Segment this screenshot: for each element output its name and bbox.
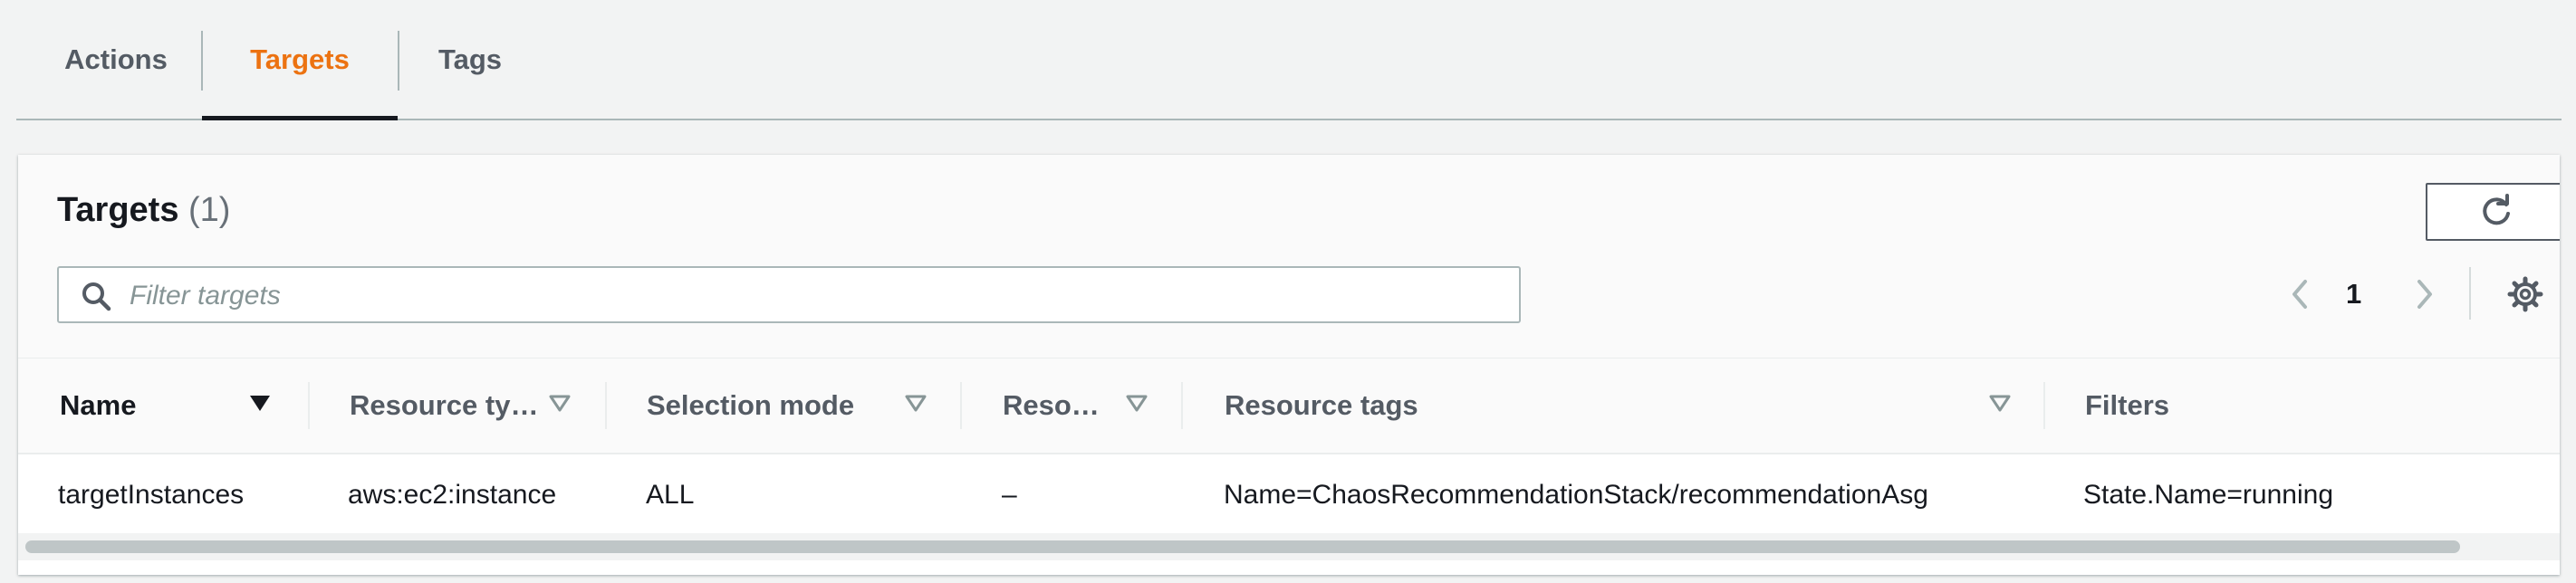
cell-filters: State.Name=running <box>2083 480 2334 510</box>
cell-resource: – <box>1002 480 1017 510</box>
refresh-button[interactable] <box>2426 183 2560 241</box>
column-header-selection-mode[interactable]: Selection mode <box>647 358 900 453</box>
tab-bar: Actions Targets Tags <box>16 0 2562 120</box>
pagination-previous-button[interactable] <box>2277 267 2322 321</box>
pagination-next-button[interactable] <box>2402 267 2447 321</box>
column-divider <box>2043 382 2045 429</box>
panel-header: Targets (1) 1 <box>18 155 2560 358</box>
sort-icon[interactable] <box>1986 389 2014 416</box>
cell-name: targetInstances <box>58 480 245 510</box>
sort-icon[interactable] <box>1123 389 1150 416</box>
horizontal-scrollbar[interactable] <box>18 533 2560 560</box>
column-divider <box>1181 382 1183 429</box>
column-divider <box>960 382 962 429</box>
gear-icon <box>2507 276 2543 312</box>
cell-resource-tags: Name=ChaosRecommendationStack/recommenda… <box>1224 480 1928 510</box>
column-divider <box>605 382 607 429</box>
tab-tags[interactable]: Tags <box>398 0 543 119</box>
sort-icon[interactable] <box>546 389 573 416</box>
scrollbar-thumb[interactable] <box>25 540 2460 553</box>
column-header-resource-type[interactable]: Resource ty… <box>350 358 540 453</box>
refresh-icon <box>2482 194 2510 225</box>
column-divider <box>308 382 310 429</box>
table-row[interactable]: targetInstances aws:ec2:instance ALL – N… <box>18 454 2560 536</box>
cell-resource-type: aws:ec2:instance <box>348 480 557 510</box>
panel-title-text: Targets <box>57 191 179 229</box>
chevron-left-icon <box>2292 280 2307 309</box>
column-header-resource-tags[interactable]: Resource tags <box>1225 358 1587 453</box>
tab-actions[interactable]: Actions <box>43 0 188 119</box>
column-header-filters[interactable]: Filters <box>2085 358 2266 453</box>
table-header: Name Resource ty… Selection mode Reso… R… <box>18 358 2560 454</box>
panel-title-count: (1) <box>188 191 231 229</box>
column-header-name[interactable]: Name <box>60 358 241 453</box>
chevron-right-icon <box>2417 280 2432 309</box>
search-icon <box>82 282 111 311</box>
targets-panel: Targets (1) 1 <box>18 155 2560 575</box>
pagination-page-number[interactable]: 1 <box>2346 267 2361 321</box>
filter-targets-input[interactable] <box>128 268 1490 323</box>
filter-search-box[interactable] <box>57 266 1521 323</box>
sort-descending-icon[interactable] <box>246 389 274 416</box>
preferences-button[interactable] <box>2498 267 2552 321</box>
tab-targets[interactable]: Targets <box>202 0 398 120</box>
cell-selection-mode: ALL <box>646 480 695 510</box>
panel-title: Targets (1) <box>57 191 230 230</box>
pagination-divider <box>2469 267 2471 320</box>
column-header-resource[interactable]: Reso… <box>1003 358 1111 453</box>
sort-icon[interactable] <box>902 389 929 416</box>
